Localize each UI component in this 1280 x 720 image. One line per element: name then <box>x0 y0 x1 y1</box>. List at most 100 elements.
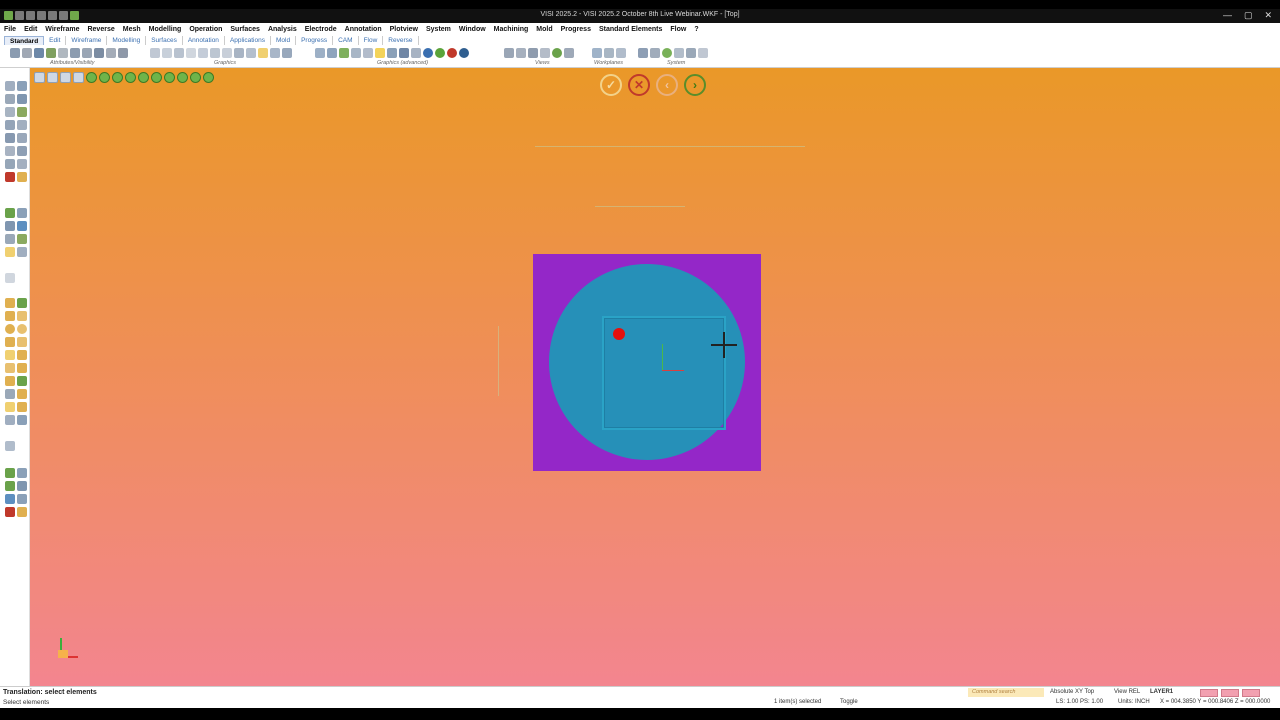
system-tools[interactable] <box>638 48 708 59</box>
menu-mesh[interactable]: Mesh <box>123 26 141 33</box>
snap-icon[interactable] <box>203 72 214 83</box>
menu-machining[interactable]: Machining <box>494 26 529 33</box>
hidden-line-icon[interactable] <box>270 48 280 58</box>
selected-point-marker[interactable] <box>613 328 625 340</box>
snap-icon[interactable] <box>112 72 123 83</box>
config-icon[interactable] <box>674 48 684 58</box>
tool-icon[interactable] <box>5 208 15 218</box>
tool-icon[interactable] <box>5 402 15 412</box>
tool-icon[interactable] <box>17 146 27 156</box>
pan-icon[interactable] <box>174 48 184 58</box>
tab-surfaces[interactable]: Surfaces <box>146 35 183 45</box>
help-icon[interactable] <box>698 48 708 58</box>
tool-icon[interactable] <box>17 389 27 399</box>
snap-icon[interactable] <box>125 72 136 83</box>
view-iso-icon[interactable] <box>528 48 538 58</box>
select-chain-icon[interactable] <box>60 72 71 83</box>
status-toggle-button[interactable] <box>1242 689 1260 697</box>
tool-icon[interactable] <box>17 247 27 257</box>
tool-icon[interactable] <box>17 415 27 425</box>
tool-icon[interactable] <box>5 81 15 91</box>
maximize-button[interactable]: ▢ <box>1244 10 1253 21</box>
tool-icon[interactable] <box>5 441 15 451</box>
view-side-icon[interactable] <box>540 48 550 58</box>
tool-icon[interactable] <box>17 234 27 244</box>
tool-icon[interactable] <box>17 311 27 321</box>
line-icon[interactable] <box>5 298 15 308</box>
settings-icon[interactable] <box>638 48 648 58</box>
close-button[interactable]: ✕ <box>1264 10 1272 21</box>
rectangle-icon[interactable] <box>5 350 15 360</box>
menu-help[interactable]: ? <box>694 26 698 33</box>
graphics-tools[interactable] <box>150 48 292 59</box>
tool-icon[interactable] <box>5 133 15 143</box>
section-icon[interactable] <box>282 48 292 58</box>
menu-flow[interactable]: Flow <box>670 26 686 33</box>
snap-icon[interactable] <box>138 72 149 83</box>
tool-icon[interactable] <box>5 234 15 244</box>
view-top-icon[interactable] <box>504 48 514 58</box>
tool-icon[interactable] <box>5 389 15 399</box>
sphere-dark-icon[interactable] <box>459 48 469 58</box>
tool-icon[interactable] <box>5 311 15 321</box>
globe-icon[interactable] <box>662 48 672 58</box>
highlight-icon[interactable] <box>375 48 385 58</box>
menu-progress[interactable]: Progress <box>561 26 591 33</box>
part-square-face[interactable] <box>533 254 761 471</box>
tool-icon[interactable] <box>5 120 15 130</box>
menu-surfaces[interactable]: Surfaces <box>230 26 260 33</box>
show-icon[interactable] <box>46 48 56 58</box>
toggle-button[interactable]: Toggle <box>840 699 858 705</box>
menu-analysis[interactable]: Analysis <box>268 26 297 33</box>
menu-mold[interactable]: Mold <box>536 26 552 33</box>
snap-icon[interactable] <box>177 72 188 83</box>
edges-icon[interactable] <box>363 48 373 58</box>
material-icon[interactable] <box>339 48 349 58</box>
menu-system[interactable]: System <box>426 26 451 33</box>
menu-edit[interactable]: Edit <box>24 26 37 33</box>
texture-icon[interactable] <box>411 48 421 58</box>
tool-icon[interactable] <box>5 468 15 478</box>
view-user-icon[interactable] <box>564 48 574 58</box>
snap-icon[interactable] <box>86 72 97 83</box>
arc-icon[interactable] <box>17 324 27 334</box>
clip-icon[interactable] <box>399 48 409 58</box>
menu-wireframe[interactable]: Wireframe <box>45 26 79 33</box>
tab-mold[interactable]: Mold <box>271 35 297 45</box>
tool-icon[interactable] <box>17 94 27 104</box>
tool-icon[interactable] <box>17 107 27 117</box>
tool-icon[interactable] <box>17 376 27 386</box>
text-icon[interactable] <box>17 350 27 360</box>
circle-icon[interactable] <box>5 324 15 334</box>
rotate-icon[interactable] <box>186 48 196 58</box>
menu-file[interactable]: File <box>4 26 16 33</box>
tool-icon[interactable] <box>5 247 15 257</box>
swap-icon[interactable] <box>70 48 80 58</box>
graphics-advanced-tools[interactable] <box>315 48 469 59</box>
curve-icon[interactable] <box>5 273 15 283</box>
tool-icon[interactable] <box>5 481 15 491</box>
workplane-align-icon[interactable] <box>616 48 626 58</box>
tab-edit[interactable]: Edit <box>44 35 67 45</box>
menu-annotation[interactable]: Annotation <box>345 26 382 33</box>
hide-icon[interactable] <box>58 48 68 58</box>
workplane-indicator[interactable]: Absolute XY Top <box>1050 689 1094 695</box>
graphics-viewport[interactable]: ✓ ✕ ‹ › <box>30 68 1280 686</box>
tool-icon[interactable] <box>17 120 27 130</box>
views-tools[interactable] <box>504 48 574 59</box>
tab-flow[interactable]: Flow <box>359 35 384 45</box>
minimize-button[interactable]: — <box>1223 10 1232 21</box>
tool-icon[interactable] <box>17 363 27 373</box>
attributes-visibility-tools[interactable] <box>10 48 128 59</box>
menu-operation[interactable]: Operation <box>189 26 222 33</box>
color-icon[interactable] <box>34 48 44 58</box>
wire-shade-icon[interactable] <box>258 48 268 58</box>
tool-icon[interactable] <box>5 107 15 117</box>
zoom-in-icon[interactable] <box>198 48 208 58</box>
point-icon[interactable] <box>5 337 15 347</box>
tool-icon[interactable] <box>5 146 15 156</box>
previous-view-icon[interactable] <box>234 48 244 58</box>
tool-icon[interactable] <box>5 159 15 169</box>
cancel-button[interactable]: ✕ <box>628 74 650 96</box>
tab-standard[interactable]: Standard <box>4 35 45 45</box>
